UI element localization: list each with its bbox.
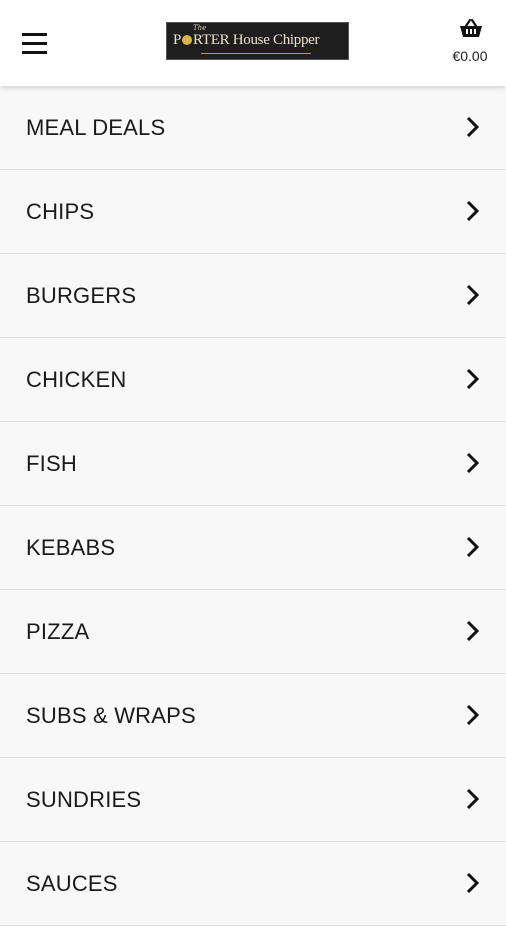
chevron-right-icon: [466, 452, 480, 474]
category-item-chips[interactable]: CHIPS: [0, 170, 506, 254]
logo-underline: [201, 53, 311, 54]
chevron-right-icon: [466, 200, 480, 222]
hamburger-menu-button[interactable]: [22, 33, 48, 57]
chevron-right-icon: [466, 620, 480, 642]
category-label: BURGERS: [26, 283, 137, 308]
basket-icon: [460, 18, 482, 37]
chevron-right-icon: [466, 536, 480, 558]
porter-house-chipper-logo[interactable]: The P RTER House Chipper: [166, 22, 349, 60]
chevron-right-icon: [466, 788, 480, 810]
menu-bar: [22, 42, 47, 45]
cart-button[interactable]: €0.00: [446, 18, 494, 70]
menu-bar: [22, 33, 47, 36]
logo-badge-icon: [182, 35, 193, 45]
chevron-right-icon: [466, 368, 480, 390]
app-header: The P RTER House Chipper €0.00: [0, 0, 506, 86]
category-label: SAUCES: [26, 871, 118, 896]
logo-small-text: The: [193, 24, 207, 32]
logo-word-porter: RTER: [193, 32, 233, 48]
logo-letter: P: [173, 32, 182, 48]
chevron-right-icon: [466, 284, 480, 306]
category-label: SUBS & WRAPS: [26, 703, 196, 728]
cart-total: €0.00: [452, 48, 488, 64]
chevron-right-icon: [466, 704, 480, 726]
category-item-subs-wraps[interactable]: SUBS & WRAPS: [0, 674, 506, 758]
category-label: CHIPS: [26, 199, 95, 224]
menu-bar: [22, 51, 47, 54]
category-item-fish[interactable]: FISH: [0, 422, 506, 506]
chevron-right-icon: [466, 872, 480, 894]
logo-text: P RTER House Chipper: [173, 32, 345, 49]
category-label: PIZZA: [26, 619, 90, 644]
category-item-burgers[interactable]: BURGERS: [0, 254, 506, 338]
category-label: SUNDRIES: [26, 787, 142, 812]
category-item-chicken[interactable]: CHICKEN: [0, 338, 506, 422]
category-item-sauces[interactable]: SAUCES: [0, 842, 506, 926]
category-label: CHICKEN: [26, 367, 127, 392]
chevron-right-icon: [466, 116, 480, 138]
category-list: MEAL DEALS CHIPS BURGERS CHICKEN FISH KE…: [0, 86, 506, 926]
category-item-sundries[interactable]: SUNDRIES: [0, 758, 506, 842]
category-item-kebabs[interactable]: KEBABS: [0, 506, 506, 590]
category-label: MEAL DEALS: [26, 115, 166, 140]
category-item-meal-deals[interactable]: MEAL DEALS: [0, 86, 506, 170]
category-item-pizza[interactable]: PIZZA: [0, 590, 506, 674]
logo-word-house-chipper: House Chipper: [232, 32, 320, 48]
category-label: KEBABS: [26, 535, 116, 560]
category-label: FISH: [26, 451, 77, 476]
